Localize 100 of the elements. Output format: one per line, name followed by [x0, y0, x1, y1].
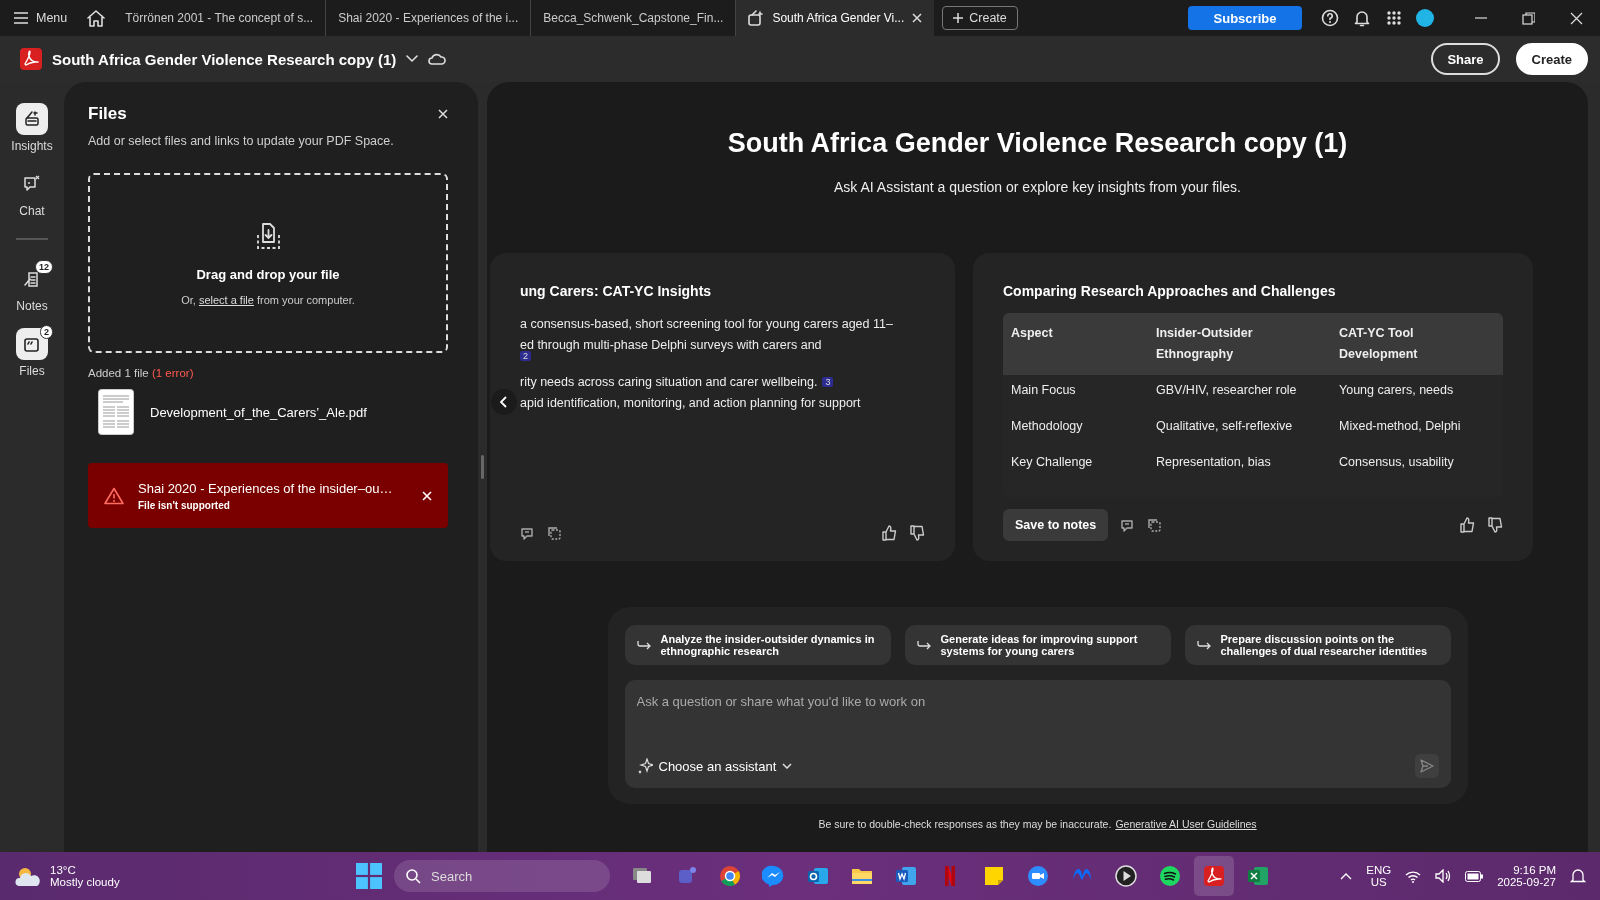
chevron-up-icon[interactable]	[1340, 872, 1353, 880]
table-cell-text: Young carers, needs	[1338, 382, 1455, 399]
file-name[interactable]: Development_of_the_Carers’_Ale.pdf	[150, 404, 367, 420]
question-field[interactable]: Ask a question or share what you'd like to work on Choose an assistant	[624, 680, 1451, 788]
guidelines-link[interactable]: Generative AI User Guidelines	[1115, 818, 1257, 830]
chevron-down-icon	[782, 763, 793, 769]
insights-icon	[22, 109, 42, 129]
thumbs-down-icon[interactable]	[1487, 517, 1503, 533]
cloud-icon[interactable]	[428, 53, 447, 65]
upload-status: Added 1 file (1 error)	[88, 367, 195, 379]
sticky-app-icon	[982, 864, 1006, 888]
table-cell-text: Qualitative, self-reflexive	[1155, 418, 1294, 435]
clock[interactable]: 9:16 PM 2025-09-27	[1497, 864, 1556, 888]
copy-icon[interactable]	[1147, 517, 1163, 533]
taskbar-search[interactable]: Search	[394, 860, 610, 892]
citation-marker[interactable]: 3	[822, 376, 834, 387]
thumbs-down-icon[interactable]	[909, 525, 925, 541]
browser-tab[interactable]: South Africa Gender Vi...	[736, 0, 935, 36]
panel-description: Add or select files and links to update your PDF Space.	[88, 134, 395, 148]
chrome-app-icon	[718, 864, 742, 888]
spotify-app-icon	[1158, 864, 1182, 888]
assistant-dropdown[interactable]: Choose an assistant	[636, 758, 793, 774]
thumbs-up-icon[interactable]	[1459, 517, 1475, 533]
create-tab-button[interactable]: Create	[942, 6, 1018, 30]
battery-icon[interactable]	[1465, 870, 1484, 882]
space-icon	[748, 10, 765, 26]
restore-icon[interactable]	[1521, 11, 1535, 25]
language-indicator[interactable]: ENG US	[1366, 864, 1392, 888]
card-text: rity needs across caring situation and carer wellbeing.	[520, 374, 818, 389]
home-icon[interactable]	[87, 9, 106, 27]
card-text: apid identification, monitoring, and action planning for support	[520, 395, 861, 410]
chevron-left-icon	[500, 396, 508, 408]
drop-hint: Or, select a file from your computer.	[181, 293, 355, 306]
chat-icon	[22, 174, 42, 194]
citation-marker[interactable]: 2	[520, 351, 531, 361]
warning-icon	[104, 486, 124, 505]
page-subtitle: Ask AI Assistant a question or explore key insights from your files.	[834, 179, 1241, 195]
sidebar-item[interactable]: 12 Notes	[8, 258, 56, 313]
disclaimer: Be sure to double-check responses as they may be inaccurate. Generative AI User Guidelines	[818, 818, 1257, 830]
chevron-down-icon[interactable]	[406, 55, 419, 63]
card-title: ung Carers: CAT-YC Insights	[520, 283, 713, 299]
suggestion-chip[interactable]: Prepare discussion points on the challenges of dual researcher identities	[1184, 625, 1451, 665]
count-badge: 2	[40, 325, 53, 339]
table-cell-text: Methodology	[1010, 418, 1084, 435]
column-header: CAT-YC Tool Development	[1338, 325, 1419, 363]
sidebar-item[interactable]: 2 Files	[8, 323, 56, 378]
drop-zone[interactable]: Drag and drop your file Or, select a file from your computer.	[88, 173, 448, 353]
table-cell-text: Consensus, usability	[1338, 454, 1455, 471]
wifi-icon[interactable]	[1405, 869, 1422, 883]
subscribe-button[interactable]: Subscribe	[1188, 6, 1302, 30]
thumbs-up-icon[interactable]	[881, 525, 897, 541]
copy-icon[interactable]	[547, 525, 562, 541]
comment-icon[interactable]	[1120, 517, 1136, 533]
send-icon	[1419, 759, 1434, 773]
resize-handle[interactable]	[481, 455, 484, 479]
avatar[interactable]	[1416, 9, 1434, 27]
menu-icon	[14, 12, 28, 24]
temperature: 13°C	[50, 864, 77, 876]
card-text: a consensus-based, short screening tool for young carers aged 11–	[520, 316, 893, 331]
count-badge: 12	[35, 260, 53, 274]
close-icon[interactable]	[1569, 11, 1583, 25]
create-button[interactable]: Create	[1515, 43, 1588, 75]
save-button[interactable]: Save to notes	[1003, 509, 1109, 541]
sidebar-item[interactable]: Insights	[3, 98, 61, 153]
suggestion-chip[interactable]: Analyze the insider-outsider dynamics in ethnographic research	[624, 625, 891, 665]
drop-heading: Drag and drop your file	[196, 266, 340, 282]
send-button[interactable]	[1414, 754, 1439, 778]
panel-title: Files	[88, 104, 127, 124]
pdf-logo-icon	[20, 48, 42, 70]
excel-app-icon	[1246, 864, 1270, 888]
table-cell-text: Mixed-method, Delphi	[1338, 418, 1462, 435]
document-title: South Africa Gender Violence Research copy (1)	[52, 50, 397, 68]
error-message: File isn't supported	[138, 499, 231, 511]
share-button[interactable]: Share	[1431, 43, 1500, 75]
speaker-icon[interactable]	[1435, 869, 1452, 883]
menu-button[interactable]: Menu	[0, 0, 80, 36]
messenger-app-icon	[762, 864, 786, 888]
close-icon[interactable]	[912, 13, 923, 23]
notification-icon[interactable]	[1570, 868, 1586, 884]
comment-icon[interactable]	[520, 525, 535, 541]
sidebar-item[interactable]: Chat	[8, 163, 56, 218]
start-icon[interactable]	[356, 863, 382, 889]
zoom-app-icon	[1026, 864, 1050, 888]
weather-icon[interactable]	[14, 865, 42, 887]
acrobat-app-icon	[1202, 864, 1226, 888]
search-icon	[406, 868, 421, 884]
select-file-link[interactable]: select a file	[198, 293, 254, 306]
page-heading: South Africa Gender Violence Research copy (1)	[727, 128, 1348, 159]
weather-condition: Mostly cloudy	[50, 876, 120, 888]
previous-button[interactable]	[491, 389, 517, 415]
close-icon[interactable]	[438, 109, 448, 119]
table-cell-text: Key Challenge	[1010, 454, 1094, 471]
reply-arrow-icon	[636, 640, 651, 650]
bell-icon[interactable]	[1353, 9, 1371, 27]
help-icon[interactable]	[1321, 9, 1339, 27]
word-app-icon	[894, 864, 918, 888]
apps-grid-icon[interactable]	[1385, 9, 1403, 27]
table-cell-text: GBV/HIV, researcher role	[1155, 382, 1298, 399]
player-app-icon	[1114, 864, 1138, 888]
suggestion-chip[interactable]: Generate ideas for improving support systems for young carers	[904, 625, 1171, 665]
